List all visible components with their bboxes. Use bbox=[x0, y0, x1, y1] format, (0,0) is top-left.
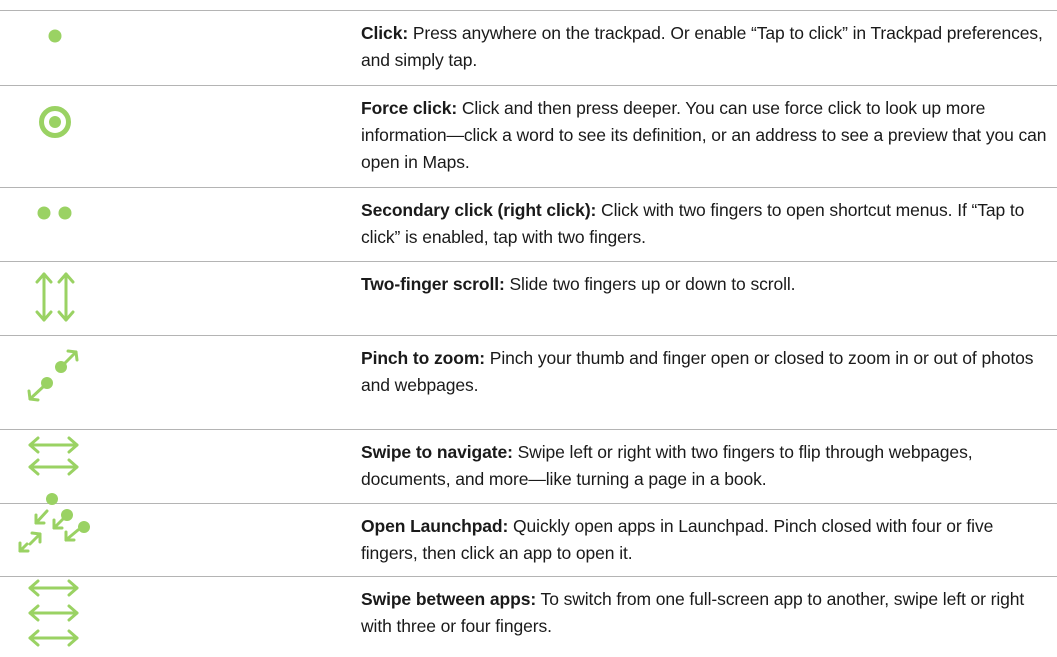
gesture-term: Open Launchpad: bbox=[361, 516, 509, 536]
gesture-description: Pinch to zoom: Pinch your thumb and fing… bbox=[361, 345, 1051, 399]
gesture-term: Two-finger scroll: bbox=[361, 274, 505, 294]
gesture-row-swipe-to-navigate: Swipe to navigate: Swipe left or right w… bbox=[0, 429, 1057, 503]
gesture-text: Click and then press deeper. You can use… bbox=[361, 98, 1047, 172]
gesture-description: Open Launchpad: Quickly open apps in Lau… bbox=[361, 513, 1051, 567]
pinch-zoom-icon bbox=[0, 336, 110, 429]
gesture-description: Click: Press anywhere on the trackpad. O… bbox=[361, 20, 1051, 74]
three-horizontal-arrows-icon bbox=[0, 577, 110, 656]
gesture-term: Force click: bbox=[361, 98, 458, 118]
gesture-row-swipe-between-apps: Swipe between apps: To switch from one f… bbox=[0, 576, 1057, 656]
gesture-description: Two-finger scroll: Slide two fingers up … bbox=[361, 271, 1051, 298]
single-dot-icon bbox=[0, 11, 110, 85]
two-dots-icon bbox=[0, 188, 110, 261]
gesture-text: Press anywhere on the trackpad. Or enabl… bbox=[361, 23, 1043, 70]
gesture-description: Swipe between apps: To switch from one f… bbox=[361, 586, 1051, 640]
gesture-term: Click: bbox=[361, 23, 409, 43]
gesture-term: Secondary click (right click): bbox=[361, 200, 597, 220]
gesture-table: Click: Press anywhere on the trackpad. O… bbox=[0, 0, 1057, 656]
gesture-text: Slide two fingers up or down to scroll. bbox=[504, 274, 796, 294]
gesture-term: Swipe to navigate: bbox=[361, 442, 513, 462]
gesture-term: Swipe between apps: bbox=[361, 589, 537, 609]
gesture-row-secondary-click: Secondary click (right click): Click wit… bbox=[0, 187, 1057, 261]
two-horizontal-arrows-icon bbox=[0, 430, 110, 503]
gesture-term: Pinch to zoom: bbox=[361, 348, 486, 368]
vertical-double-arrow-icon bbox=[0, 262, 110, 335]
gesture-row-force-click: Force click: Click and then press deeper… bbox=[0, 85, 1057, 187]
gesture-description: Force click: Click and then press deeper… bbox=[361, 95, 1051, 176]
launchpad-pinch-icon bbox=[0, 493, 110, 576]
target-circle-icon bbox=[0, 86, 110, 187]
gesture-row-two-finger-scroll: Two-finger scroll: Slide two fingers up … bbox=[0, 261, 1057, 335]
gesture-description: Secondary click (right click): Click wit… bbox=[361, 197, 1051, 251]
gesture-row-open-launchpad: Open Launchpad: Quickly open apps in Lau… bbox=[0, 493, 1057, 576]
gesture-row-click: Click: Press anywhere on the trackpad. O… bbox=[0, 10, 1057, 85]
gesture-description: Swipe to navigate: Swipe left or right w… bbox=[361, 439, 1051, 493]
gesture-row-pinch-to-zoom: Pinch to zoom: Pinch your thumb and fing… bbox=[0, 335, 1057, 429]
